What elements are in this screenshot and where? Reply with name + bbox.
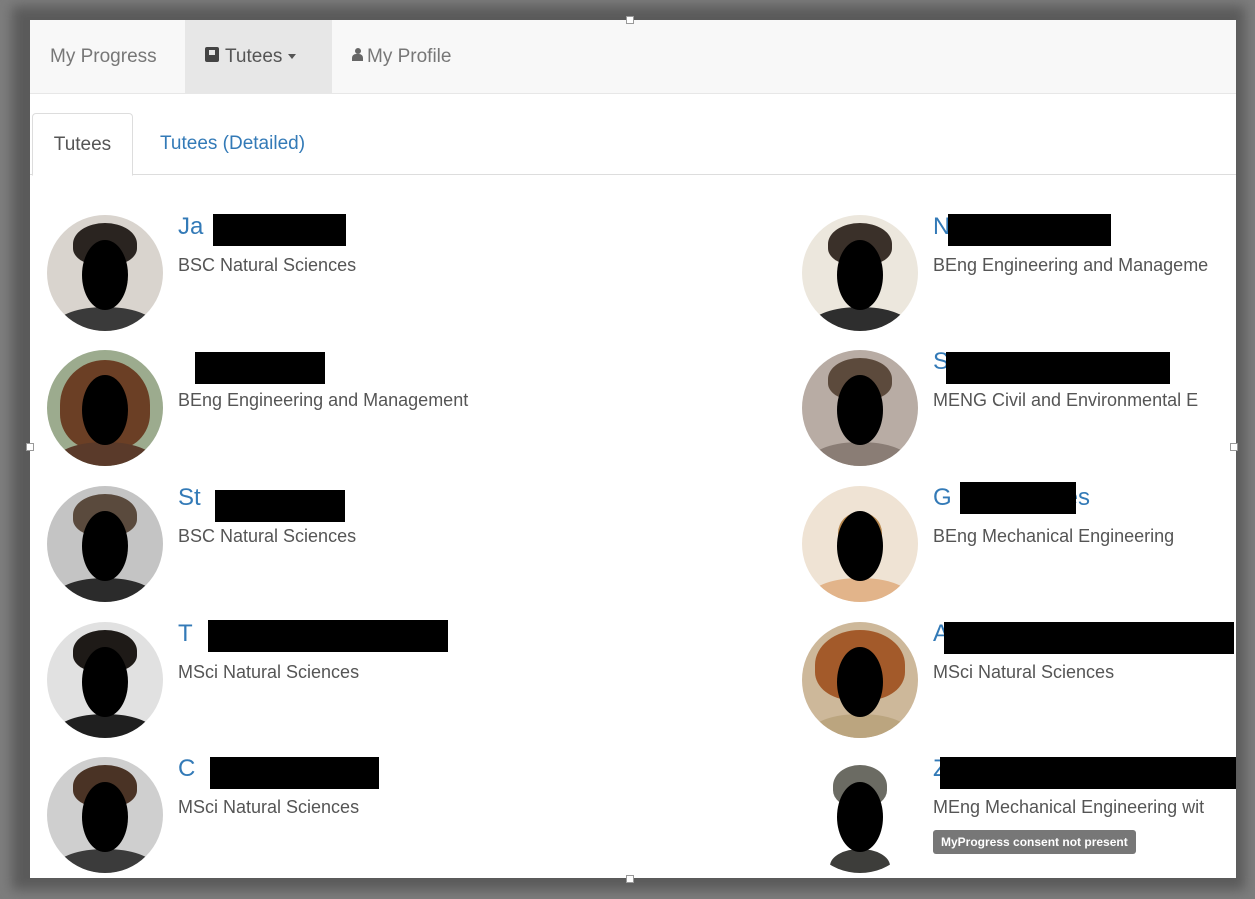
tutee-course: MSci Natural Sciences [933,662,1115,682]
resize-handle[interactable] [26,443,34,451]
avatar [47,350,163,466]
tutee-name-link[interactable]: C [178,755,195,783]
redaction-bar [213,214,346,246]
redaction-bar [944,622,1234,654]
nav-tutees-label: Tutees [225,46,283,67]
app-window: My Progress Tutees My Profile Tutees Tut… [30,20,1236,878]
tutee-course: BSC Natural Sciences [178,255,357,275]
tutee-course: MSci Natural Sciences [178,662,360,682]
avatar [47,486,163,602]
tutee-name-link[interactable]: T [178,620,193,648]
nav-tutees-dropdown[interactable]: Tutees [185,20,332,93]
tutee-course: MEng Mechanical Engineering wit [933,797,1205,817]
nav-my-progress[interactable]: My Progress [30,20,177,93]
avatar [802,622,918,738]
redaction-bar [210,757,379,789]
tutee-course: BEng Engineering and Management [178,390,469,410]
tutee-card: C MSci Natural Sciences [47,755,747,875]
avatar [47,622,163,738]
tutee-card: A MSci Natural Sciences [802,620,1236,740]
redaction-bar [215,490,345,522]
tutee-course: BSC Natural Sciences [178,526,357,546]
redaction-bar [195,352,325,384]
tutee-card: Ja BSC Natural Sciences [47,213,747,333]
tutee-name-prefix: G [933,484,952,511]
tutee-course: MSci Natural Sciences [178,797,360,817]
tutee-card: S MENG Civil and Environmental E [802,348,1236,468]
avatar [802,486,918,602]
tutee-card: T MSci Natural Sciences [47,620,747,740]
nav-my-profile[interactable]: My Profile [352,20,451,93]
redaction-bar [208,620,448,652]
tutee-course: BEng Engineering and Manageme [933,255,1209,275]
tutee-card: Z MEng Mechanical Engineering wit MyProg… [802,755,1236,875]
avatar [47,757,163,873]
resize-handle[interactable] [1230,443,1238,451]
resize-handle[interactable] [626,875,634,883]
redaction-bar [960,482,1076,514]
avatar [47,215,163,331]
book-icon [205,47,219,63]
tab-bar: Tutees Tutees (Detailed) [30,113,1236,176]
redaction-bar [946,352,1170,384]
tutee-card: N BEng Engineering and Manageme [802,213,1236,333]
tutee-name-link[interactable]: Ja [178,213,203,241]
tutee-course: BEng Mechanical Engineering [933,526,1175,546]
tutee-card: Ges BEng Mechanical Engineering [802,482,1236,604]
top-navbar: My Progress Tutees My Profile [30,20,1236,94]
resize-handle[interactable] [626,16,634,24]
avatar [802,215,918,331]
avatar [802,350,918,466]
tutee-name-link[interactable]: St [178,484,201,512]
consent-badge: MyProgress consent not present [933,830,1136,854]
tutee-course: MENG Civil and Environmental E [933,390,1199,410]
nav-my-profile-label: My Profile [367,46,452,67]
caret-down-icon [288,54,297,60]
tutee-card: St BSC Natural Sciences [47,484,747,604]
redaction-bar [940,757,1236,789]
tutee-card: BEng Engineering and Management [47,350,747,468]
tab-tutees[interactable]: Tutees [32,113,133,176]
tab-tutees-detailed[interactable]: Tutees (Detailed) [160,113,305,174]
redaction-bar [948,214,1111,246]
avatar [802,757,918,873]
user-icon [352,48,363,62]
